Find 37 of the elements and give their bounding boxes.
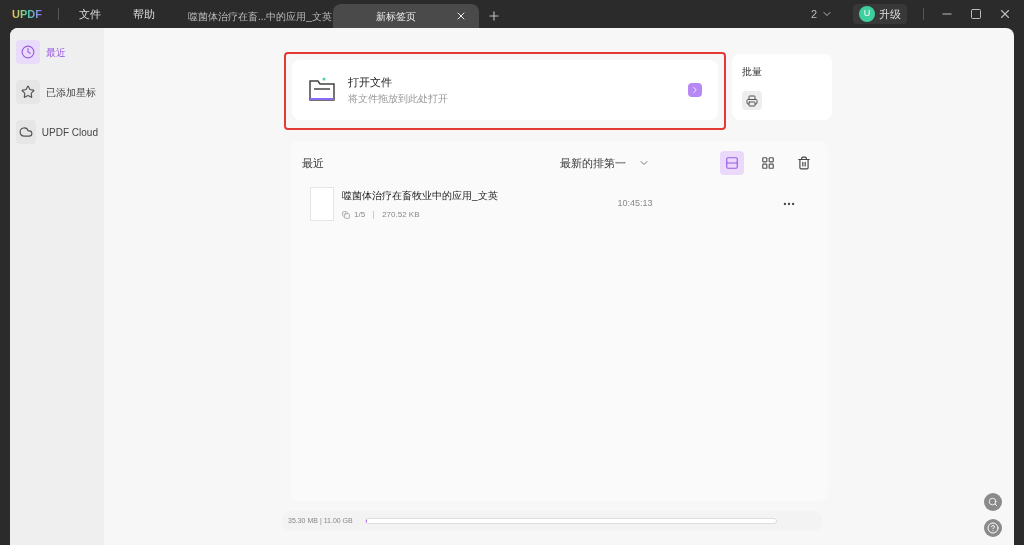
folder-icon (308, 77, 336, 103)
file-name: 噬菌体治疗在畜牧业中的应用_文英 (342, 188, 498, 203)
list-view-icon (725, 156, 739, 170)
pages-icon (342, 210, 350, 219)
file-time: 10:45:13 (617, 197, 653, 211)
open-file-subtitle: 将文件拖放到此处打开 (348, 91, 448, 106)
sidebar-item[interactable]: 已添加星标 (16, 80, 98, 104)
help-button[interactable] (984, 519, 1002, 537)
recent-title: 最近 (302, 155, 324, 171)
trash-icon (797, 156, 811, 170)
sidebar-item[interactable]: UPDF Cloud (16, 120, 98, 144)
file-row[interactable]: 噬菌体治疗在畜牧业中的应用_文英 1/5 270.52 KB 10:45:13 (310, 187, 816, 221)
window-count-button[interactable]: 2 (810, 5, 833, 23)
new-tab-icon[interactable] (486, 9, 501, 23)
file-size: 270.52 KB (382, 208, 420, 221)
open-file-title: 打开文件 (348, 75, 393, 91)
clock-icon (16, 40, 40, 64)
batch-title: 批量 (742, 65, 763, 79)
tab[interactable]: 新标签页 (332, 4, 479, 28)
list-view-button[interactable] (720, 151, 744, 175)
menu-item[interactable]: 帮助 (132, 5, 155, 23)
search-button[interactable] (984, 493, 1002, 511)
maximize-icon[interactable] (970, 8, 982, 20)
document-thumbnail (310, 187, 334, 221)
grid-view-icon (761, 156, 775, 170)
help-icon (987, 522, 999, 534)
close-icon[interactable] (998, 7, 1012, 21)
tab[interactable]: 噬菌体治疗在畜...中的应用_文英 (186, 4, 333, 28)
page-count: 1/5 (354, 208, 366, 221)
open-file-card[interactable]: 打开文件 将文件拖放到此处打开 (292, 60, 718, 120)
printer-icon[interactable] (742, 91, 762, 110)
cloud-icon (16, 120, 36, 144)
upgrade-button[interactable]: U 升级 (853, 4, 907, 24)
search-icon (988, 497, 998, 507)
menu-item[interactable]: 文件 (78, 5, 101, 23)
sidebar-item[interactable]: 最近 (16, 40, 98, 64)
sort-dropdown[interactable]: 最新的排第一 (560, 154, 650, 172)
